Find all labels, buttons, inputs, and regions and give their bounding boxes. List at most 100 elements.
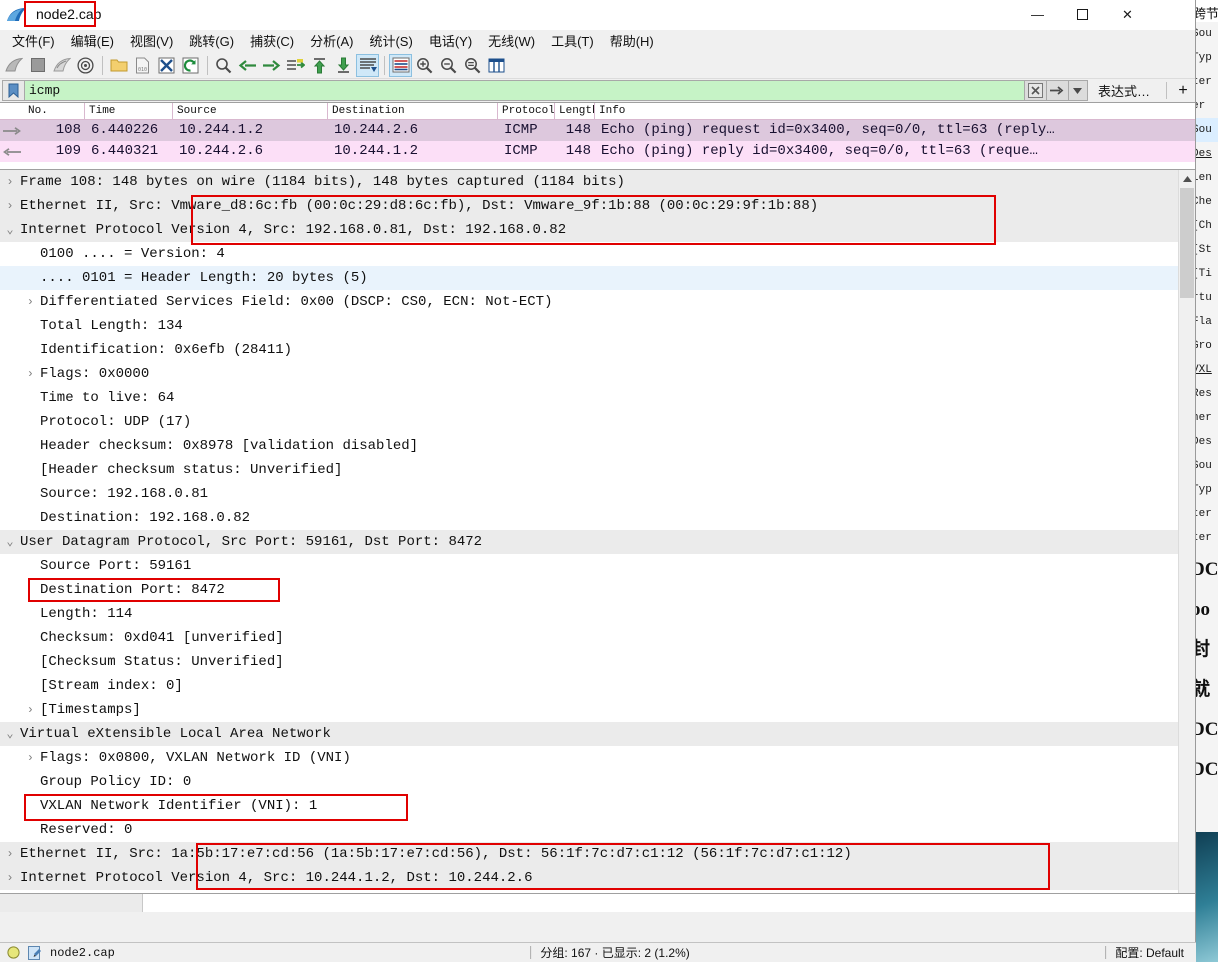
clear-filter-x-icon[interactable] — [1023, 80, 1046, 101]
maximize-button[interactable] — [1060, 0, 1105, 29]
column-header-info[interactable]: Info — [595, 103, 1195, 119]
minimize-button[interactable]: — — [1015, 0, 1060, 29]
zoom-in-icon[interactable] — [413, 54, 436, 77]
search-input[interactable]: icmp — [24, 80, 1024, 101]
cell-proto: ICMP — [504, 122, 538, 138]
auto-scroll-live-capture-icon[interactable] — [356, 53, 379, 77]
close-button[interactable]: ✕ — [1105, 0, 1150, 29]
screen-root: 跨节 Sou Typ ter er Sou Des Len Che [Ch [St [Ti rtu Fl… — [0, 0, 1218, 962]
chevron-down-icon[interactable] — [1067, 80, 1088, 101]
svg-text:010: 010 — [138, 67, 147, 73]
column-header-dst[interactable]: Destination — [328, 103, 498, 119]
annotation-inner-ethernet-ip — [196, 843, 1050, 890]
column-header-len[interactable]: Length — [555, 103, 595, 119]
column-header-no[interactable]: No. — [24, 103, 85, 119]
resize-columns-icon[interactable] — [485, 54, 508, 77]
status-profile[interactable]: 配置: Default — [1115, 944, 1184, 961]
column-header-src[interactable]: Source — [173, 103, 328, 119]
colorize-packet-list-icon[interactable] — [389, 53, 412, 77]
stop-capture-square-icon[interactable] — [26, 54, 49, 77]
packet-list-gutter-header — [0, 103, 24, 119]
menu-item-5[interactable]: 捕获(C) — [242, 29, 302, 52]
start-capture-shark-fin-icon[interactable] — [2, 54, 25, 77]
toolbar-divider — [384, 55, 385, 75]
packet-details-pane[interactable]: › Frame 108: 148 bytes on wire (1184 bits… — [0, 170, 1195, 893]
go-to-first-packet-icon[interactable] — [308, 54, 331, 77]
close-file-x-icon[interactable] — [155, 54, 178, 77]
cell-no: 108 — [55, 122, 81, 138]
packet-list-empty-area — [0, 162, 1195, 170]
cell-len: 148 — [565, 143, 591, 159]
status-bar: node2.cap 分组: 167 · 已显示: 2 (1.2%) 配置: De… — [0, 942, 1196, 962]
go-back-arrow-icon[interactable] — [236, 54, 259, 77]
cell-time: 6.440321 — [91, 143, 159, 159]
toolbar-divider — [207, 55, 208, 75]
find-packet-magnifier-icon[interactable] — [212, 54, 235, 77]
cell-dst: 10.244.2.6 — [334, 122, 419, 138]
title-bar: node2.cap — ✕ — [0, 0, 1195, 30]
packet-bytes-pane[interactable] — [0, 893, 1195, 912]
capture-comment-icon[interactable] — [26, 944, 44, 962]
open-file-folder-icon[interactable] — [107, 54, 130, 77]
status-divider-1 — [530, 946, 533, 959]
capture-options-gear-icon[interactable] — [74, 54, 97, 77]
arrow-left-icon — [0, 141, 24, 162]
display-filter-bar: icmp 表达式… + — [0, 79, 1195, 102]
filter-bookmark-icon[interactable] — [2, 80, 24, 101]
bytes-offset-column — [0, 894, 143, 912]
cell-no: 109 — [55, 143, 81, 159]
main-toolbar: 010 — [0, 52, 1195, 79]
menu-item-6[interactable]: 分析(A) — [302, 29, 361, 52]
cell-len: 148 — [565, 122, 591, 138]
go-to-packet-icon[interactable] — [284, 54, 307, 77]
cell-src: 10.244.1.2 — [179, 122, 264, 138]
annotation-ethernet-src-dst — [191, 195, 996, 245]
cell-time: 6.440226 — [91, 122, 159, 138]
zoom-out-icon[interactable] — [437, 54, 460, 77]
go-to-last-packet-icon[interactable] — [332, 54, 355, 77]
menu-item-2[interactable]: 编辑(E) — [63, 29, 122, 52]
packet-list-header[interactable]: No. Time Source Destination Protocol Length In… — [0, 103, 1195, 120]
menu-item-4[interactable]: 跳转(G) — [181, 29, 242, 52]
column-header-proto[interactable]: Protocol — [498, 103, 555, 119]
restart-capture-icon[interactable] — [50, 54, 73, 77]
reload-file-icon[interactable] — [179, 54, 202, 77]
toolbar-divider — [1166, 82, 1167, 99]
menu-item-11[interactable]: 帮助(H) — [602, 29, 662, 52]
go-forward-arrow-icon[interactable] — [260, 54, 283, 77]
apply-filter-arrow-icon[interactable] — [1045, 80, 1068, 101]
toolbar-divider — [102, 55, 103, 75]
normal-size-icon[interactable] — [461, 54, 484, 77]
menu-item-7[interactable]: 统计(S) — [361, 29, 420, 52]
table-row[interactable]: 109 6.440321 10.244.2.6 10.244.1.2 ICMP 148 Ec… — [0, 141, 1195, 162]
filter-expression-button[interactable]: 表达式… — [1088, 80, 1160, 101]
menu-item-10[interactable]: 工具(T) — [543, 29, 602, 52]
table-row[interactable]: 108 6.440226 10.244.1.2 10.244.2.6 ICMP 148 Ec… — [0, 120, 1195, 141]
add-filter-button-plus[interactable]: + — [1173, 80, 1193, 101]
packet-list[interactable]: No. Time Source Destination Protocol Length In… — [0, 102, 1195, 170]
annotation-layer — [0, 170, 1195, 893]
menu-item-1[interactable]: 文件(F) — [4, 29, 63, 52]
save-file-icon[interactable]: 010 — [131, 54, 154, 77]
cell-proto: ICMP — [504, 143, 538, 159]
wireshark-window: node2.cap — ✕ 文件(F) 编辑(E) 视图(V) 跳转(G) 捕获(C) 分… — [0, 0, 1196, 962]
expert-info-circle-icon[interactable] — [4, 944, 22, 962]
status-packet-counts: 分组: 167 · 已显示: 2 (1.2%) — [540, 946, 690, 960]
arrow-right-icon — [0, 120, 24, 141]
cell-info: Echo (ping) request id=0x3400, seq=0/0, … — [601, 122, 1055, 138]
cell-src: 10.244.2.6 — [179, 143, 264, 159]
status-divider-2 — [1105, 946, 1108, 959]
bytes-hex-column — [143, 894, 1195, 912]
menu-item-8[interactable]: 电话(Y) — [421, 29, 480, 52]
status-file-name: node2.cap — [50, 945, 115, 960]
annotation-destination-port — [28, 578, 280, 602]
column-header-time[interactable]: Time — [85, 103, 173, 119]
packet-list-rows[interactable]: 108 6.440226 10.244.1.2 10.244.2.6 ICMP 148 Ec… — [0, 120, 1195, 162]
menu-bar: 文件(F) 编辑(E) 视图(V) 跳转(G) 捕获(C) 分析(A) 统计(S) 电话(Y)… — [0, 30, 1195, 52]
cell-info: Echo (ping) reply id=0x3400, seq=0/0, tt… — [601, 143, 1038, 159]
menu-item-9[interactable]: 无线(W) — [480, 29, 543, 52]
cell-dst: 10.244.1.2 — [334, 143, 419, 159]
window-title: node2.cap — [36, 6, 102, 22]
wireshark-fin-icon — [7, 8, 26, 21]
menu-item-3[interactable]: 视图(V) — [122, 29, 181, 52]
